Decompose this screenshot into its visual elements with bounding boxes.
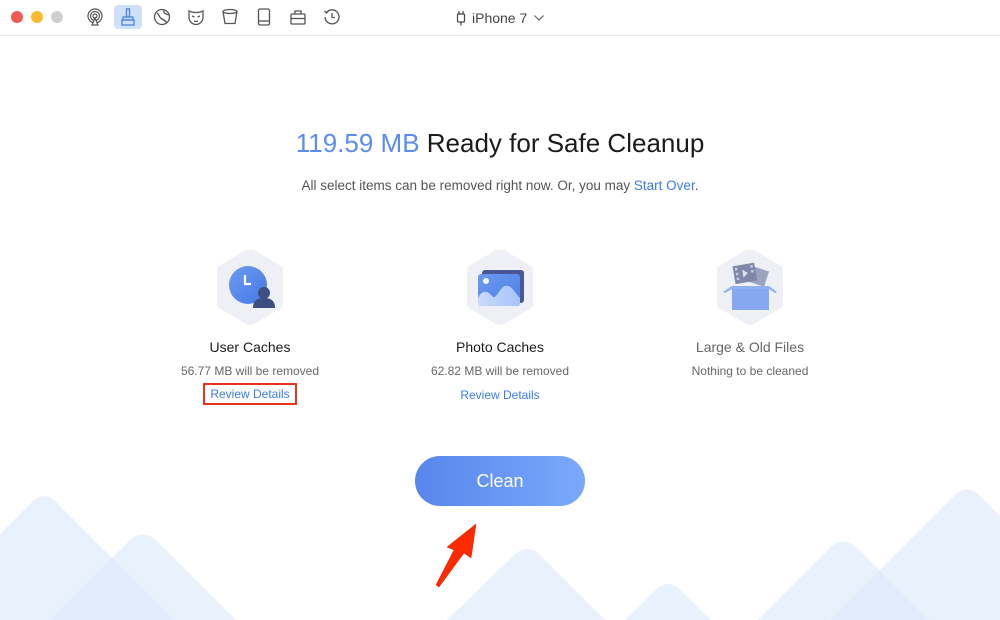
maximize-window-button[interactable] [51,11,63,23]
category-status: 62.82 MB will be removed [430,364,570,378]
toolbox-icon [290,10,306,25]
tool-airplay[interactable] [81,5,109,29]
mountain-shape [625,584,711,620]
subline-end: . [694,178,699,193]
tool-phone[interactable] [250,5,278,29]
headline-text: Ready for Safe Cleanup [419,128,705,158]
tool-toolbox[interactable] [284,5,312,29]
device-selector[interactable]: iPhone 7 [456,8,545,28]
category-status: 56.77 MB will be removed [180,364,320,378]
category-title: Large & Old Files [695,339,805,355]
start-over-link[interactable]: Start Over [634,178,695,193]
trash-bucket-icon [222,8,238,25]
tool-globe[interactable] [148,5,176,29]
category-status: Nothing to be cleaned [691,364,809,378]
user-caches-icon [229,266,275,308]
review-details-link[interactable]: Review Details [203,383,297,405]
title-bar: iPhone 7 [0,0,1000,36]
category-title: User Caches [209,339,291,355]
minimize-window-button[interactable] [31,11,43,23]
large-old-files-icon [723,262,777,310]
tool-privacy[interactable] [182,5,210,29]
page-subline: All select items can be removed right no… [0,178,1000,193]
clean-button[interactable]: Clean [415,456,585,506]
globe-icon [153,8,171,26]
category-user-caches: User Caches 56.77 MB will be removed Rev… [150,248,350,405]
cleaner-brush-icon [121,8,135,26]
total-size: 119.59 MB [295,128,420,158]
history-clock-icon [324,9,340,25]
page-headline: 119.59 MB Ready for Safe Cleanup [0,128,1000,159]
category-photo-caches: Photo Caches 62.82 MB will be removed Re… [400,248,600,405]
device-name: iPhone 7 [472,10,528,26]
subline-text: All select items can be removed right no… [301,178,634,193]
close-window-button[interactable] [11,11,23,23]
tool-history[interactable] [318,5,346,29]
review-details-link[interactable]: Review Details [454,385,545,405]
tool-bucket[interactable] [216,5,244,29]
airplay-icon [87,8,103,26]
photo-caches-icon [478,270,524,306]
category-title: Photo Caches [456,339,544,355]
annotation-arrow-icon [435,523,477,588]
mask-privacy-icon [188,9,204,26]
phone-cable-icon [456,11,466,26]
chevron-down-icon [534,15,545,21]
category-large-old-files: Large & Old Files Nothing to be cleaned [650,248,850,378]
phone-icon [257,8,271,26]
tool-cleaner[interactable] [114,5,142,29]
